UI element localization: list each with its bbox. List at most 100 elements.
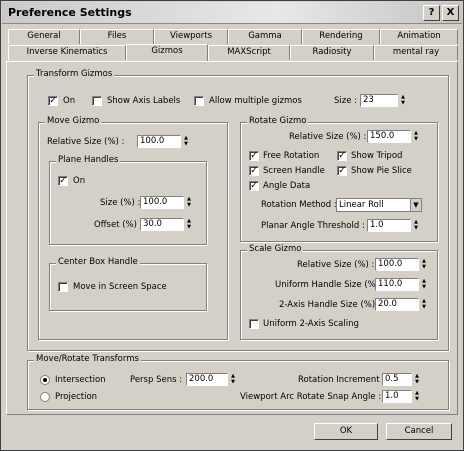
- scale-gizmo-group: Scale Gizmo Relative Size (%) : 100.0 ▲ ▼…: [240, 244, 438, 340]
- move-screen-space-checkbox[interactable]: [58, 282, 68, 292]
- tab-rendering[interactable]: Rendering: [302, 29, 380, 44]
- planar-angle-threshold-input[interactable]: 1.0: [367, 219, 411, 232]
- rotate-relative-size-spinner[interactable]: ▲ ▼: [412, 130, 420, 143]
- plane-offset-spinner[interactable]: ▲ ▼: [185, 218, 193, 231]
- show-pie-slice-label: Show Pie Slice: [351, 166, 412, 176]
- scale-relative-size-spinner[interactable]: ▲ ▼: [420, 258, 428, 271]
- plane-size-label: Size (%) :: [100, 198, 141, 208]
- center-box-handle-group: Center Box Handle Move in Screen Space: [49, 257, 207, 311]
- spinner-down-icon: ▼: [415, 396, 419, 402]
- show-axis-labels-checkbox[interactable]: [92, 96, 102, 106]
- gizmo-size-input[interactable]: 23: [360, 94, 398, 107]
- uniform-handle-size-input[interactable]: 110.0: [375, 278, 419, 291]
- tab-general[interactable]: General: [8, 29, 80, 44]
- plane-offset-input[interactable]: 30.0: [140, 218, 184, 231]
- tab-gizmos[interactable]: Gizmos: [126, 44, 208, 61]
- transform-on-label: On: [63, 96, 76, 106]
- two-axis-handle-size-input[interactable]: 20.0: [375, 298, 419, 311]
- rotate-relative-size-input[interactable]: 150.0: [367, 130, 411, 143]
- move-relative-size-spinner[interactable]: ▲ ▼: [182, 135, 190, 148]
- plane-offset-label: Offset (%) :: [94, 220, 143, 230]
- tab-radiosity[interactable]: Radiosity: [290, 45, 374, 60]
- uniform-handle-size-spinner[interactable]: ▲ ▼: [420, 278, 428, 291]
- gizmos-panel: Transform Gizmos ✓ On Show Axis Labels A…: [6, 61, 458, 415]
- transform-gizmos-group: Transform Gizmos ✓ On Show Axis Labels A…: [27, 69, 449, 351]
- plane-handles-title: Plane Handles: [56, 155, 121, 165]
- intersection-label: Intersection: [55, 375, 106, 385]
- uniform-2-axis-scaling-label: Uniform 2-Axis Scaling: [263, 319, 359, 329]
- allow-multiple-gizmos-checkbox[interactable]: [194, 96, 204, 106]
- rotation-method-value: Linear Roll: [339, 200, 384, 210]
- plane-handles-on-label: On: [73, 176, 86, 186]
- free-rotation-label: Free Rotation: [263, 151, 320, 161]
- scale-relative-size-label: Relative Size (%) :: [297, 260, 375, 270]
- plane-size-input[interactable]: 100.0: [140, 196, 184, 209]
- move-screen-space-label: Move in Screen Space: [73, 282, 167, 292]
- preference-settings-window: Preference Settings ? X General Files Vi…: [0, 0, 464, 451]
- rotate-gizmo-group: Rotate Gizmo Relative Size (%) : 150.0 ▲…: [240, 116, 438, 242]
- window-title: Preference Settings: [8, 6, 132, 19]
- tab-viewports[interactable]: Viewports: [154, 29, 228, 44]
- planar-angle-threshold-label: Planar Angle Threshold :: [261, 221, 365, 231]
- tab-row-2: Inverse Kinematics Gizmos MAXScript Radi…: [8, 44, 458, 61]
- free-rotation-checkbox[interactable]: ✓: [249, 151, 259, 161]
- rotation-method-dropdown[interactable]: Linear Roll ▼: [336, 198, 422, 212]
- spinner-down-icon: ▼: [184, 141, 188, 147]
- screen-handle-label: Screen Handle: [263, 166, 325, 176]
- help-button[interactable]: ?: [423, 5, 440, 21]
- spinner-down-icon: ▼: [187, 202, 191, 208]
- angle-data-checkbox[interactable]: ✓: [249, 181, 259, 191]
- gizmo-size-label: Size :: [334, 96, 358, 106]
- scale-gizmo-title: Scale Gizmo: [247, 244, 304, 254]
- close-button[interactable]: X: [442, 5, 459, 21]
- plane-size-spinner[interactable]: ▲ ▼: [185, 196, 193, 209]
- persp-sens-input[interactable]: 200.0: [186, 373, 228, 386]
- plane-handles-on-checkbox[interactable]: ✓: [58, 176, 68, 186]
- spinner-down-icon: ▼: [187, 224, 191, 230]
- tab-files[interactable]: Files: [80, 29, 154, 44]
- ok-button[interactable]: OK: [314, 423, 378, 440]
- tab-maxscript[interactable]: MAXScript: [208, 45, 290, 60]
- persp-sens-spinner[interactable]: ▲ ▼: [229, 373, 237, 386]
- move-rotate-transforms-group: Move/Rotate Transforms Intersection Proj…: [27, 354, 449, 410]
- gizmo-size-spinner[interactable]: ▲ ▼: [399, 94, 407, 107]
- rotation-increment-input[interactable]: 0.5: [382, 373, 412, 386]
- viewport-arc-rotate-input[interactable]: 1.0: [382, 390, 412, 403]
- show-tripod-checkbox[interactable]: ✓: [337, 151, 347, 161]
- uniform-handle-size-label: Uniform Handle Size (%) :: [275, 280, 385, 290]
- rotation-increment-label: Rotation Increment :: [298, 375, 386, 385]
- allow-multiple-gizmos-label: Allow multiple gizmos: [209, 96, 302, 106]
- show-tripod-label: Show Tripod: [351, 151, 403, 161]
- rotate-gizmo-title: Rotate Gizmo: [247, 116, 309, 126]
- tab-inverse-kinematics[interactable]: Inverse Kinematics: [8, 45, 126, 60]
- move-relative-size-input[interactable]: 100.0: [137, 135, 181, 148]
- transform-on-checkbox[interactable]: ✓: [48, 96, 58, 106]
- cancel-button[interactable]: Cancel: [386, 423, 452, 440]
- chevron-down-icon: ▼: [410, 199, 421, 211]
- screen-handle-checkbox[interactable]: ✓: [249, 166, 259, 176]
- spinner-down-icon: ▼: [415, 379, 419, 385]
- viewport-arc-rotate-label: Viewport Arc Rotate Snap Angle :: [240, 392, 382, 402]
- transform-gizmos-title: Transform Gizmos: [34, 69, 115, 79]
- tab-gamma[interactable]: Gamma: [228, 29, 302, 44]
- intersection-radio[interactable]: [40, 375, 50, 385]
- plane-handles-group: Plane Handles ✓ On Size (%) : 100.0 ▲ ▼ O…: [49, 155, 207, 245]
- rotate-relative-size-label: Relative Size (%) :: [289, 132, 367, 142]
- two-axis-handle-size-spinner[interactable]: ▲ ▼: [420, 298, 428, 311]
- rotation-increment-spinner[interactable]: ▲ ▼: [413, 373, 421, 386]
- show-axis-labels-label: Show Axis Labels: [107, 96, 181, 106]
- title-bar[interactable]: Preference Settings ? X: [2, 2, 462, 24]
- move-rotate-transforms-title: Move/Rotate Transforms: [34, 354, 141, 364]
- projection-radio[interactable]: [40, 392, 50, 402]
- tab-animation[interactable]: Animation: [380, 29, 458, 44]
- spinner-down-icon: ▼: [401, 100, 405, 106]
- scale-relative-size-input[interactable]: 100.0: [375, 258, 419, 271]
- spinner-down-icon: ▼: [422, 304, 426, 310]
- viewport-arc-rotate-spinner[interactable]: ▲ ▼: [413, 390, 421, 403]
- tab-row-1: General Files Viewports Gamma Rendering …: [8, 29, 458, 44]
- planar-angle-threshold-spinner[interactable]: ▲ ▼: [412, 219, 420, 232]
- show-pie-slice-checkbox[interactable]: ✓: [337, 166, 347, 176]
- tab-mental-ray[interactable]: mental ray: [374, 45, 458, 60]
- uniform-2-axis-scaling-checkbox[interactable]: [249, 319, 259, 329]
- move-gizmo-title: Move Gizmo: [45, 116, 102, 126]
